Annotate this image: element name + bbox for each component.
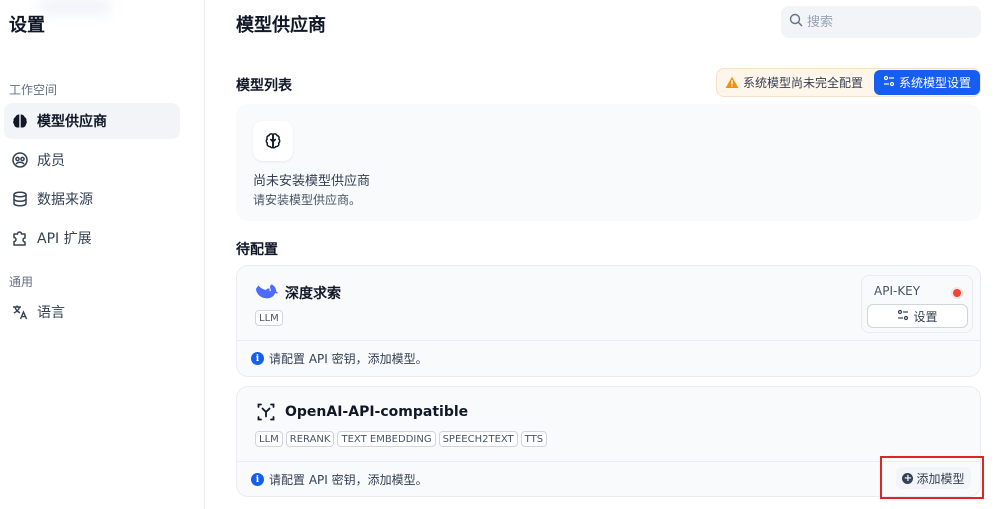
add-model-button[interactable]: + 添加模型 (896, 467, 971, 489)
empty-description: 请安装模型供应商。 (253, 193, 362, 207)
provider-name: 深度求索 (285, 286, 341, 302)
system-model-settings-label: 系统模型设置 (898, 76, 971, 90)
model-list-title: 模型列表 (236, 78, 292, 94)
api-key-status-indicator (953, 289, 961, 297)
members-icon (10, 150, 30, 170)
openai-compatible-logo-icon (254, 400, 278, 424)
search-icon (789, 13, 803, 31)
search-box[interactable] (781, 6, 981, 38)
empty-title: 尚未安装模型供应商 (253, 174, 371, 189)
provider-note: i 请配置 API 密钥，添加模型。 (237, 340, 980, 376)
info-icon: i (251, 352, 264, 365)
model-type-tag: LLM (255, 431, 283, 447)
pending-title: 待配置 (236, 242, 278, 258)
database-icon (10, 189, 30, 209)
system-model-settings-button[interactable]: 系统模型设置 (874, 70, 980, 95)
warning-icon (725, 76, 739, 89)
puzzle-icon (10, 228, 30, 248)
sidebar-title: 设置 (9, 15, 45, 36)
brain-icon (10, 111, 30, 131)
provider-note: i 请配置 API 密钥，添加模型。 (237, 461, 980, 497)
sidebar-item-members[interactable]: 成员 (4, 142, 180, 178)
model-type-tag: LLM (255, 310, 283, 326)
model-type-tag: TEXT EMBEDDING (337, 431, 436, 447)
sidebar-item-language[interactable]: 语言 (4, 294, 180, 330)
sidebar-item-label: 模型供应商 (37, 114, 107, 130)
model-type-tag: TTS (520, 431, 548, 447)
translate-icon (10, 302, 30, 322)
add-model-label: 添加模型 (916, 471, 965, 486)
deepseek-logo-icon (254, 279, 278, 303)
model-type-tag: SPEECH2TEXT (438, 431, 518, 447)
provider-note-text: 请配置 API 密钥，添加模型。 (269, 352, 428, 366)
empty-provider-card: 尚未安装模型供应商 请安装模型供应商。 (236, 104, 981, 221)
sidebar-item-label: API 扩展 (37, 231, 92, 247)
settings-sliders-icon (883, 75, 895, 90)
settings-label: 设置 (913, 309, 938, 324)
warning-text: 系统模型尚未完全配置 (743, 76, 864, 90)
sidebar-item-model-provider[interactable]: 模型供应商 (4, 103, 180, 139)
model-type-tag: RERANK (285, 431, 335, 447)
api-key-label: API-KEY (874, 284, 921, 298)
api-key-panel: API-KEY 设置 (861, 275, 973, 333)
sidebar-group-general: 通用 (9, 275, 34, 289)
page-title: 模型供应商 (236, 15, 326, 36)
sidebar-item-label: 成员 (37, 153, 65, 169)
search-input[interactable] (807, 14, 967, 30)
sidebar-item-label: 数据来源 (37, 192, 93, 208)
add-model-highlight: + 添加模型 (880, 456, 984, 499)
sidebar-item-api-extension[interactable]: API 扩展 (4, 220, 180, 256)
provider-card-openai-compatible: OpenAI-API-compatible LLM RERANK TEXT EM… (236, 386, 981, 497)
info-icon: i (251, 473, 264, 486)
sidebar-item-label: 语言 (37, 305, 65, 321)
settings-sliders-icon (897, 309, 909, 324)
brain-outline-icon (253, 121, 293, 161)
provider-card-deepseek: 深度求索 LLM API-KEY 设置 i 请配置 API 密钥，添加模型。 (236, 265, 981, 377)
sidebar-item-data-source[interactable]: 数据来源 (4, 181, 180, 217)
sidebar: 设置 工作空间 模型供应商 成员 数据来源 API 扩展 通用 语言 (0, 0, 205, 509)
plus-circle-icon: + (902, 472, 914, 484)
api-key-settings-button[interactable]: 设置 (867, 304, 968, 328)
sidebar-group-workspace: 工作空间 (9, 83, 58, 97)
provider-note-text: 请配置 API 密钥，添加模型。 (269, 473, 428, 487)
provider-name: OpenAI-API-compatible (285, 404, 469, 420)
